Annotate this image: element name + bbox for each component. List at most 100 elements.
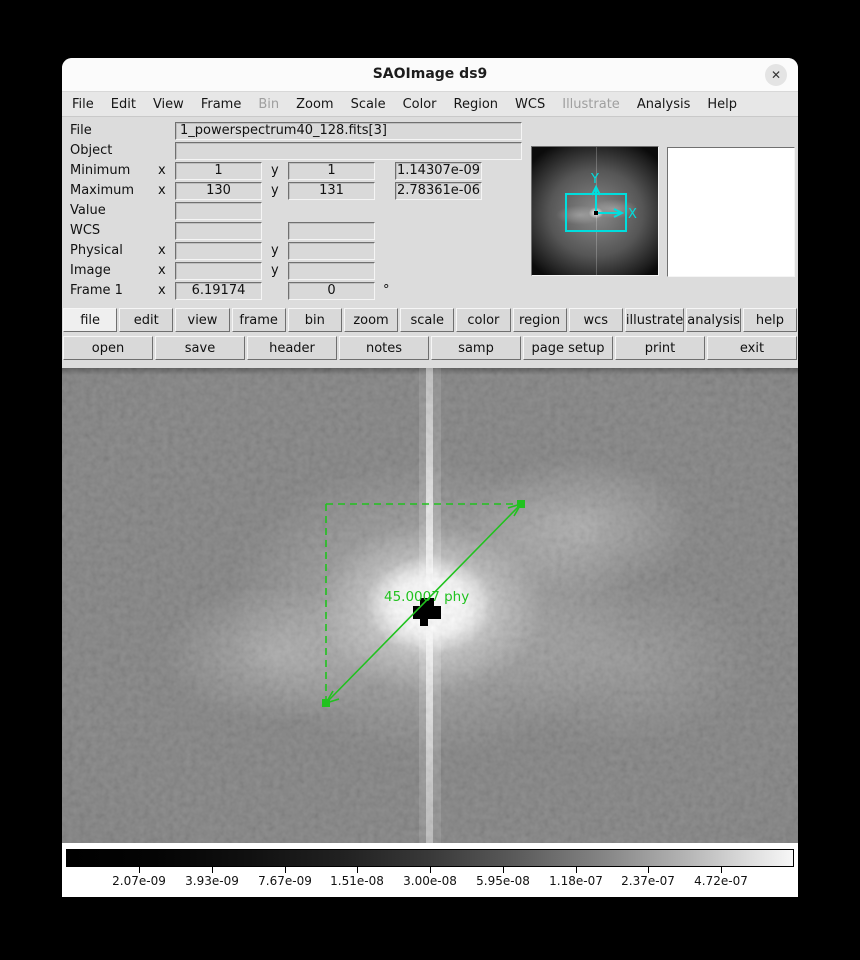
ds9-window: SAOImage ds9 ✕ File Edit View Frame Bin … — [62, 58, 798, 897]
maximum-row: Maximum x 130 y 131 2.78361e-06 — [70, 181, 482, 200]
file-row: File 1_powerspectrum40_128.fits[3] — [70, 121, 522, 140]
menu-bin: Bin — [258, 96, 280, 112]
y-label: y — [271, 263, 279, 278]
save-button[interactable]: save — [155, 336, 245, 360]
close-icon[interactable]: ✕ — [765, 64, 787, 86]
notes-button[interactable]: notes — [339, 336, 429, 360]
image-y-field — [288, 261, 375, 280]
file-button[interactable]: file — [63, 308, 118, 332]
menu-zoom[interactable]: Zoom — [296, 97, 333, 112]
bin-button[interactable]: bin — [287, 308, 342, 332]
edit-button[interactable]: edit — [119, 308, 174, 332]
panner[interactable]: Y X — [531, 146, 659, 276]
colorbar-section: 2.07e-09 3.93e-09 7.67e-09 1.51e-08 3.00… — [62, 843, 798, 897]
menu-illustrate: Illustrate — [562, 96, 620, 112]
wcs-field-2 — [288, 221, 375, 240]
wcs-label: WCS — [70, 223, 101, 238]
colorbar-tick-label: 7.67e-09 — [258, 874, 312, 888]
x-label: x — [158, 263, 166, 278]
color-button[interactable]: color — [456, 308, 511, 332]
frame-x-field: 6.19174 — [175, 281, 262, 300]
wcs-field-1 — [175, 221, 262, 240]
colorbar-tick-label: 2.07e-09 — [112, 874, 166, 888]
frame-button[interactable]: frame — [231, 308, 286, 332]
image-row: Image x y — [70, 261, 375, 280]
menu-color[interactable]: Color — [403, 97, 437, 112]
menu-bar: File Edit View Frame Bin Zoom Scale Colo… — [62, 92, 798, 117]
window-title: SAOImage ds9 — [372, 66, 488, 82]
physical-y-field — [288, 241, 375, 260]
maximum-x-field: 130 — [175, 181, 262, 200]
open-button[interactable]: open — [63, 336, 153, 360]
colorbar-tick-label: 1.51e-08 — [330, 874, 384, 888]
menu-file[interactable]: File — [72, 97, 94, 112]
colorbar-tick-label: 3.93e-09 — [185, 874, 239, 888]
file-label: File — [70, 123, 92, 138]
samp-button[interactable]: samp — [431, 336, 521, 360]
menu-view[interactable]: View — [153, 97, 184, 112]
help-button[interactable]: help — [742, 308, 798, 332]
colorbar-tick-label: 1.18e-07 — [549, 874, 603, 888]
minimum-label: Minimum — [70, 163, 131, 178]
object-label: Object — [70, 143, 113, 158]
ruler-length-label: 45.0007 phy — [384, 589, 469, 605]
value-field — [175, 201, 262, 220]
page-setup-button[interactable]: page setup — [523, 336, 613, 360]
value-label: Value — [70, 203, 106, 218]
menu-scale[interactable]: Scale — [351, 97, 386, 112]
toolbar-secondary: open save header notes samp page setup p… — [62, 335, 798, 361]
file-value-field: 1_powerspectrum40_128.fits[3] — [175, 121, 522, 140]
y-label: y — [271, 243, 279, 258]
x-label: x — [158, 183, 166, 198]
frame-row: Frame 1 x 6.19174 0 ° — [70, 281, 390, 300]
image-x-field — [175, 261, 262, 280]
physical-x-field — [175, 241, 262, 260]
y-label: y — [271, 183, 279, 198]
image-canvas[interactable]: 45.0007 phy — [62, 368, 798, 843]
zoom-button[interactable]: zoom — [343, 308, 399, 332]
wcs-row: WCS — [70, 221, 375, 240]
minimum-value-field: 1.14307e-09 — [395, 161, 482, 180]
value-row: Value — [70, 201, 262, 220]
menu-region[interactable]: Region — [454, 97, 499, 112]
object-row: Object — [70, 141, 522, 160]
title-bar: SAOImage ds9 ✕ — [62, 58, 798, 92]
print-button[interactable]: print — [615, 336, 705, 360]
colorbar-tick-label: 2.37e-07 — [621, 874, 675, 888]
menu-wcs[interactable]: WCS — [515, 97, 545, 112]
frame-label: Frame 1 — [70, 283, 123, 298]
maximum-value-field: 2.78361e-06 — [395, 181, 482, 200]
ruler-handle[interactable] — [322, 699, 330, 707]
menu-frame[interactable]: Frame — [201, 97, 242, 112]
region-button[interactable]: region — [512, 308, 567, 332]
x-label: x — [158, 163, 166, 178]
image-label: Image — [70, 263, 111, 278]
maximum-label: Maximum — [70, 183, 135, 198]
object-value-field — [175, 141, 522, 160]
physical-row: Physical x y — [70, 241, 375, 260]
panner-y-axis-label: Y — [590, 172, 599, 187]
exit-button[interactable]: exit — [707, 336, 797, 360]
physical-label: Physical — [70, 243, 123, 258]
colorbar-tick-label: 5.95e-08 — [476, 874, 530, 888]
panner-x-axis-label: X — [628, 207, 637, 222]
minimum-x-field: 1 — [175, 161, 262, 180]
colorbar-tick-label: 3.00e-08 — [403, 874, 457, 888]
illustrate-button[interactable]: illustrate — [624, 308, 685, 332]
toolbar-primary: file edit view frame bin zoom scale colo… — [62, 307, 798, 333]
menu-analysis[interactable]: Analysis — [637, 97, 691, 112]
analysis-button[interactable]: analysis — [686, 308, 741, 332]
ruler-handle[interactable] — [517, 500, 525, 508]
header-button[interactable]: header — [247, 336, 337, 360]
menu-edit[interactable]: Edit — [111, 97, 136, 112]
colorbar-gradient[interactable] — [66, 849, 794, 867]
scale-button[interactable]: scale — [400, 308, 455, 332]
view-button[interactable]: view — [175, 308, 230, 332]
menu-help[interactable]: Help — [707, 97, 737, 112]
magnifier — [667, 147, 795, 277]
wcs-button[interactable]: wcs — [568, 308, 623, 332]
x-label: x — [158, 243, 166, 258]
y-label: y — [271, 163, 279, 178]
region-overlay: 45.0007 phy — [322, 500, 525, 707]
minimum-row: Minimum x 1 y 1 1.14307e-09 — [70, 161, 482, 180]
